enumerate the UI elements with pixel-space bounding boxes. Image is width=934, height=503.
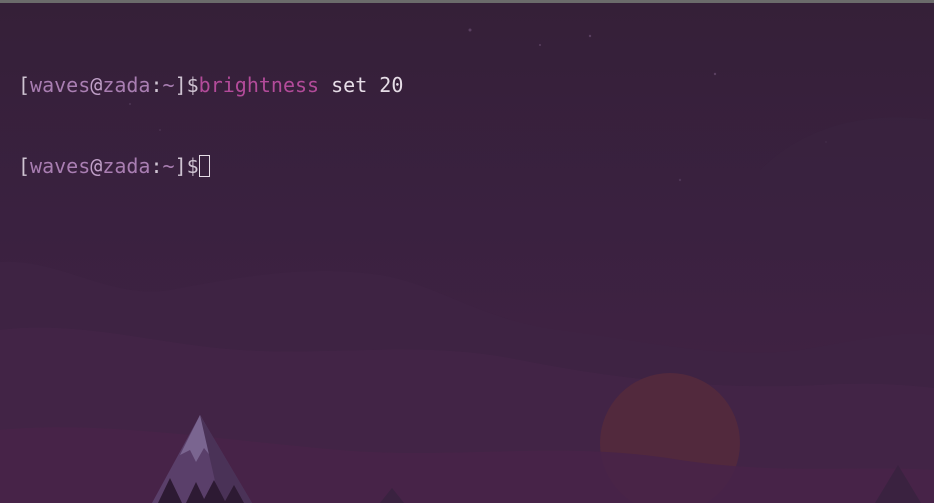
prompt-host: zada	[102, 73, 151, 97]
star	[678, 178, 682, 182]
prompt-close-bracket: ]	[174, 154, 187, 178]
prompt-user: waves	[30, 154, 91, 178]
far-hill-right	[760, 117, 934, 260]
prompt-colon: :	[150, 154, 163, 178]
star	[588, 34, 592, 38]
terminal-line: [waves@zada:~]$	[18, 153, 403, 180]
prompt-open-bracket: [	[18, 154, 31, 178]
prompt-colon: :	[150, 73, 163, 97]
command-name: brightness	[198, 73, 320, 97]
prompt-host: zada	[102, 154, 151, 178]
terminal-window[interactable]: [waves@zada:~]$brightness set 20 [waves@…	[0, 0, 934, 503]
star	[713, 72, 717, 76]
terminal-output[interactable]: [waves@zada:~]$brightness set 20 [waves@…	[18, 18, 403, 234]
prompt-cwd: ~	[162, 154, 175, 178]
prompt-cwd: ~	[162, 73, 175, 97]
command-args: set 20	[319, 73, 404, 97]
prompt-open-bracket: [	[18, 73, 31, 97]
prompt-at: @	[90, 154, 103, 178]
text-cursor[interactable]	[198, 155, 210, 177]
prompt-dollar: $	[186, 154, 199, 178]
prompt-at: @	[90, 73, 103, 97]
terminal-line: [waves@zada:~]$brightness set 20	[18, 72, 403, 99]
prompt-user: waves	[30, 73, 91, 97]
prompt-dollar: $	[186, 73, 199, 97]
star	[468, 28, 472, 32]
prompt-close-bracket: ]	[174, 73, 187, 97]
star	[539, 44, 541, 46]
